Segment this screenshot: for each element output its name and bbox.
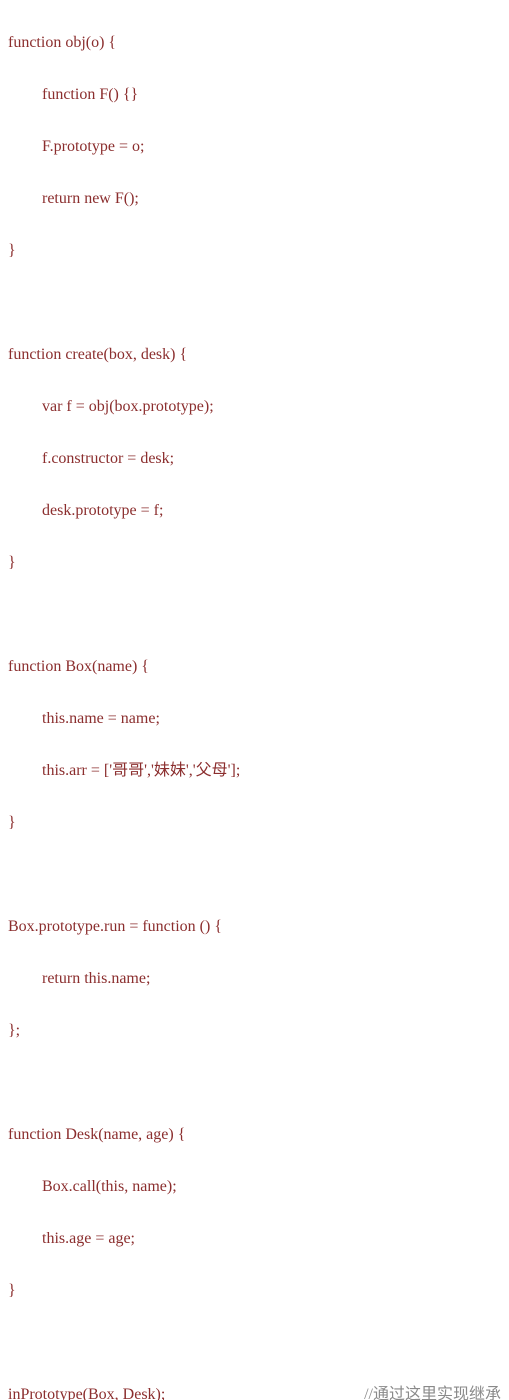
code-text: }; (8, 1022, 20, 1039)
code-text: Box.call(this, name); (42, 1178, 177, 1195)
code-block: function obj(o) { function F() {} F.prot… (8, 4, 501, 1400)
code-line: this.arr = ['哥哥','妹妹','父母']; (8, 758, 501, 784)
code-text: Box.prototype.run = function () { (8, 918, 222, 935)
code-line: desk.prototype = f; (8, 498, 501, 524)
code-text: function F() {} (42, 86, 138, 103)
code-line: function F() {} (8, 82, 501, 108)
code-text: F.prototype = o; (42, 138, 144, 155)
code-text: function Desk(name, age) { (8, 1126, 185, 1143)
code-line: function Box(name) { (8, 654, 501, 680)
code-text: this.arr = ['哥哥','妹妹','父母']; (42, 762, 240, 779)
code-text: } (8, 814, 16, 831)
code-text: function Box(name) { (8, 658, 149, 675)
code-line: function obj(o) { (8, 30, 501, 56)
code-line: F.prototype = o; (8, 134, 501, 160)
code-line (8, 1330, 501, 1356)
code-line (8, 1070, 501, 1096)
code-text: f.constructor = desk; (42, 450, 174, 467)
code-line: function Desk(name, age) { (8, 1122, 501, 1148)
code-line: } (8, 238, 501, 264)
code-text: return this.name; (42, 970, 150, 987)
code-text: this.age = age; (42, 1230, 135, 1247)
code-line: Box.call(this, name); (8, 1174, 501, 1200)
code-text: } (8, 242, 16, 259)
code-text: var f = obj(box.prototype); (42, 398, 214, 415)
code-line: this.age = age; (8, 1226, 501, 1252)
code-line: } (8, 550, 501, 576)
code-comment: //通过这里实现继承 (364, 1382, 501, 1400)
code-line: } (8, 810, 501, 836)
code-line: return new F(); (8, 186, 501, 212)
code-line: function create(box, desk) { (8, 342, 501, 368)
code-text: } (8, 1282, 16, 1299)
code-text: function create(box, desk) { (8, 346, 187, 363)
code-line: return this.name; (8, 966, 501, 992)
code-line: }; (8, 1018, 501, 1044)
code-line: } (8, 1278, 501, 1304)
code-line: Box.prototype.run = function () { (8, 914, 501, 940)
code-text: } (8, 554, 16, 571)
code-line: this.name = name; (8, 706, 501, 732)
code-line (8, 602, 501, 628)
code-text: this.name = name; (42, 710, 160, 727)
code-line: f.constructor = desk; (8, 446, 501, 472)
code-text: function obj(o) { (8, 34, 116, 51)
code-line: var f = obj(box.prototype); (8, 394, 501, 420)
code-text: inPrototype(Box, Desk); (8, 1386, 165, 1400)
code-text: desk.prototype = f; (42, 502, 163, 519)
code-line (8, 290, 501, 316)
code-line (8, 862, 501, 888)
code-text: return new F(); (42, 190, 139, 207)
code-line: inPrototype(Box, Desk); //通过这里实现继承 (8, 1382, 501, 1400)
